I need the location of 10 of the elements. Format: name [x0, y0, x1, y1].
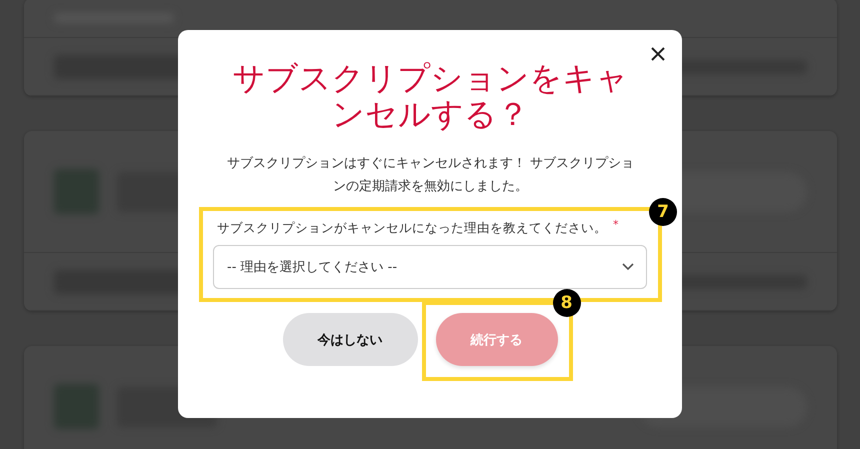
chevron-down-icon	[622, 263, 634, 271]
required-mark: *	[613, 219, 618, 231]
reason-select[interactable]: -- 理由を選択してください --	[213, 245, 647, 289]
field-label: サブスクリプションがキャンセルになった理由を教えてください。	[217, 219, 607, 237]
cancel-button[interactable]: 今はしない	[282, 313, 418, 366]
dialog-title: サブスクリプションをキャンセルする？	[232, 60, 630, 132]
dialog-message: サブスクリプションはすぐにキャンセルされます！ サブスクリプションの定期請求を無効にしました。	[226, 155, 636, 196]
step-badge: 8	[552, 289, 580, 317]
close-icon	[651, 47, 665, 61]
step-badge: 7	[649, 198, 677, 226]
